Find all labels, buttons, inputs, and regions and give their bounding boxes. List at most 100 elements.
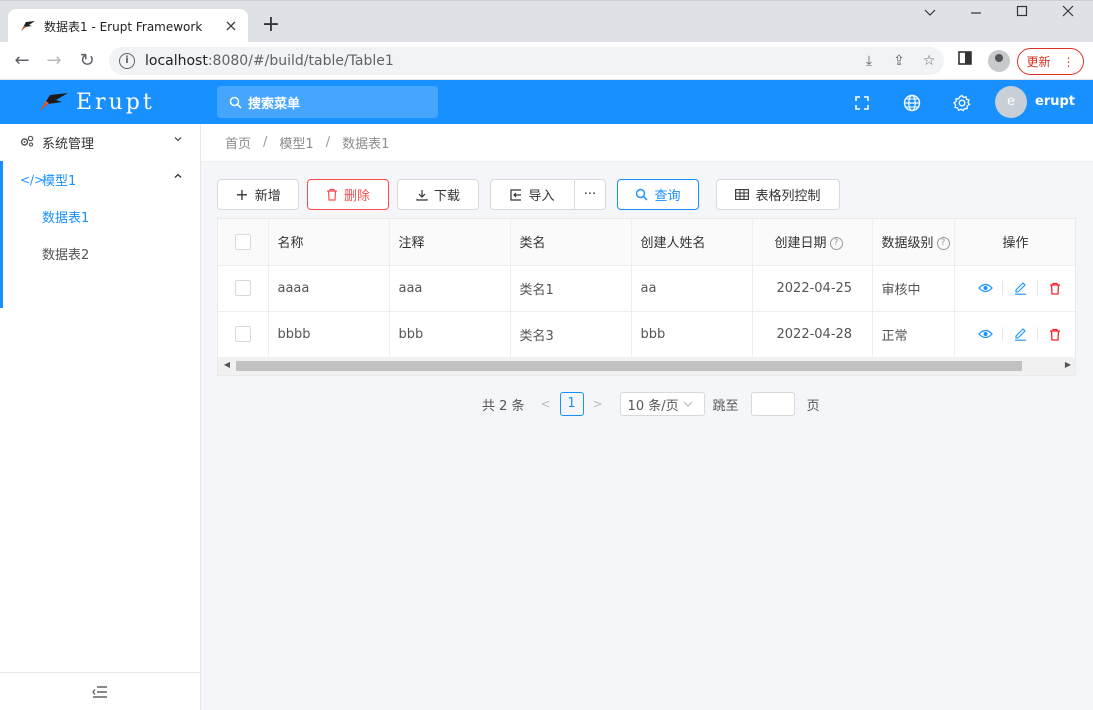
- delete-trash-icon[interactable]: [1043, 282, 1067, 295]
- row-checkbox[interactable]: [234, 326, 251, 342]
- delete-label: 删除: [343, 189, 370, 204]
- search-icon: [229, 96, 242, 109]
- edit-icon[interactable]: [1008, 327, 1032, 341]
- select-all-checkbox-cell[interactable]: [218, 219, 269, 266]
- download-button[interactable]: 下载: [397, 179, 479, 210]
- address-bar: ← → ↻ i localhost:8080/#/build/table/Tab…: [0, 42, 1093, 80]
- breadcrumb-home[interactable]: 首页: [225, 133, 251, 152]
- delete-button[interactable]: 删除: [307, 179, 389, 210]
- sidebar-item-system[interactable]: 系统管理: [0, 124, 200, 161]
- minimize-icon[interactable]: [953, 5, 999, 27]
- search-icon: [636, 188, 648, 201]
- url-host: localhost: [145, 53, 208, 69]
- column-header: 操作: [954, 219, 1075, 266]
- table-cell: aaaa: [268, 265, 390, 312]
- table-row: aaaa aaa 类名1 aa 2022-04-25 审核中: [218, 265, 1075, 312]
- app-header: Erupt 搜索菜单 e erupt: [0, 80, 1093, 124]
- sidebar-subitem-table2[interactable]: 数据表2: [0, 235, 200, 272]
- forward-icon[interactable]: →: [42, 50, 66, 72]
- browser-tab[interactable]: 数据表1 - Erupt Framework ×: [8, 9, 248, 43]
- url-path: :8080/#/build/table/Table1: [207, 53, 394, 69]
- user-avatar[interactable]: e: [995, 86, 1027, 118]
- view-eye-icon[interactable]: [973, 329, 997, 339]
- row-checkbox-cell[interactable]: [218, 265, 269, 312]
- jump-page-input[interactable]: [750, 392, 795, 416]
- row-checkbox[interactable]: [234, 280, 251, 296]
- fullscreen-icon[interactable]: [851, 92, 873, 114]
- install-app-icon[interactable]: ⤓: [854, 53, 884, 69]
- username[interactable]: erupt: [1035, 94, 1075, 109]
- add-button[interactable]: + 新增: [217, 179, 299, 210]
- table-cell: bbb: [631, 311, 753, 358]
- sidebar-item-label: 模型1: [42, 174, 77, 189]
- logo[interactable]: Erupt: [0, 80, 200, 124]
- pagination: 共 2 条 < 1 > 10 条/页 跳至 页: [482, 392, 820, 416]
- reload-icon[interactable]: ↻: [75, 50, 99, 72]
- row-actions: [954, 311, 1075, 358]
- menu-search-input[interactable]: 搜索菜单: [217, 86, 438, 118]
- table-row: bbbb bbb 类名3 bbb 2022-04-28 正常: [218, 311, 1075, 358]
- browser-update-button[interactable]: 更新 ⋮: [1017, 48, 1084, 75]
- help-icon[interactable]: ?: [936, 237, 950, 251]
- next-page-icon[interactable]: >: [589, 397, 607, 411]
- scrollbar-thumb[interactable]: [236, 361, 1022, 371]
- site-info-icon[interactable]: i: [119, 53, 135, 69]
- column-header: 类名: [510, 219, 632, 266]
- gear-icon[interactable]: [951, 92, 973, 114]
- page-size-value: 10 条/页: [627, 398, 679, 414]
- maximize-icon[interactable]: [999, 5, 1045, 27]
- table-header-row: 名称 注释 类名 创建人姓名 创建日期? 数据级别? 操作: [218, 219, 1075, 266]
- import-button-group: 导入 ···: [490, 179, 606, 210]
- scroll-left-arrow-icon[interactable]: ◀: [221, 360, 233, 369]
- tab-close-icon[interactable]: ×: [222, 17, 240, 35]
- table-cell: 正常: [872, 311, 955, 358]
- breadcrumb-current: 数据表1: [342, 137, 390, 152]
- chevron-down-icon: [174, 137, 182, 142]
- import-button[interactable]: 导入: [490, 179, 575, 210]
- bookmark-star-icon[interactable]: ☆: [914, 53, 944, 69]
- globe-icon[interactable]: [901, 92, 923, 114]
- help-icon[interactable]: ?: [829, 237, 843, 251]
- sidebar-item-label: 系统管理: [42, 137, 95, 152]
- row-checkbox-cell[interactable]: [218, 311, 269, 358]
- edit-icon[interactable]: [1008, 281, 1032, 295]
- sidebar-subitem-table1[interactable]: 数据表1: [0, 198, 200, 235]
- table-cell: 类名3: [510, 311, 632, 358]
- column-control-button[interactable]: 表格列控制: [716, 179, 840, 210]
- page-unit-label: 页: [806, 398, 820, 414]
- add-label: 新增: [254, 189, 281, 204]
- close-window-icon[interactable]: [1045, 5, 1091, 27]
- import-label: 导入: [528, 189, 555, 204]
- select-all-checkbox[interactable]: [234, 233, 251, 250]
- back-icon[interactable]: ←: [10, 50, 34, 72]
- main-content: + 新增 删除 下载 导入 ··· 查询 表格列控制 名称 注释 类名 创建人姓…: [201, 162, 1093, 710]
- page-size-select[interactable]: 10 条/页: [619, 392, 705, 416]
- more-button[interactable]: ···: [575, 179, 606, 210]
- profile-avatar-icon[interactable]: [988, 50, 1010, 72]
- download-icon: [416, 189, 428, 201]
- window-menu-chevron-icon[interactable]: [907, 5, 953, 27]
- column-header-label: 数据级别: [881, 236, 934, 252]
- sidebar-item-model1[interactable]: </> 模型1: [0, 161, 200, 198]
- scroll-right-arrow-icon[interactable]: ▶: [1062, 360, 1074, 369]
- breadcrumb-model[interactable]: 模型1: [279, 133, 313, 152]
- view-eye-icon[interactable]: [973, 283, 997, 293]
- query-button[interactable]: 查询: [617, 179, 699, 210]
- table-cell: bbbb: [268, 311, 390, 358]
- collapse-sidebar-icon[interactable]: [0, 672, 200, 710]
- side-panel-icon[interactable]: [958, 51, 972, 69]
- new-tab-icon[interactable]: +: [258, 13, 284, 39]
- prev-page-icon[interactable]: <: [537, 397, 555, 411]
- table-cell: 2022-04-28: [752, 311, 873, 358]
- delete-trash-icon[interactable]: [1043, 328, 1067, 341]
- trash-icon: [326, 188, 337, 201]
- url-field[interactable]: i localhost:8080/#/build/table/Table1 ⤓ …: [109, 47, 944, 75]
- horizontal-scrollbar[interactable]: ◀ ▶: [218, 357, 1075, 375]
- share-icon[interactable]: ⇪: [884, 53, 914, 69]
- table-cell: aaa: [389, 265, 511, 312]
- column-header: 创建人姓名: [631, 219, 753, 266]
- kebab-menu-icon[interactable]: ⋮: [1063, 55, 1075, 69]
- column-header-level: 数据级别?: [872, 219, 955, 266]
- page-number-current[interactable]: 1: [559, 392, 584, 416]
- query-label: 查询: [654, 189, 681, 204]
